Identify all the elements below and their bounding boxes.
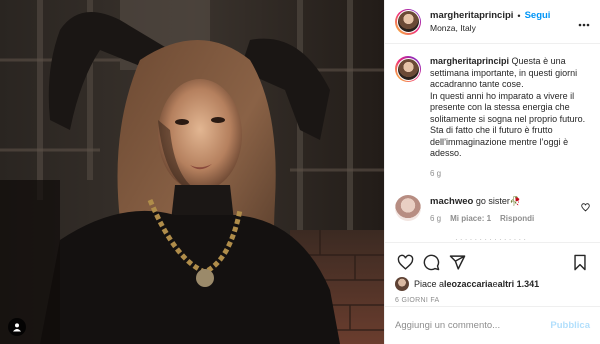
comment-text: go sister🥀: [475, 196, 522, 206]
post-date[interactable]: 6 GIORNI FA: [395, 297, 590, 304]
commenter-username[interactable]: machweo: [430, 196, 473, 207]
likes-prefix: Piace a: [414, 279, 445, 289]
likes-summary: Piace a leozaccaria e altri 1.341: [395, 277, 590, 291]
bookmark-icon[interactable]: [570, 252, 590, 272]
reply-button[interactable]: Rispondi: [500, 213, 534, 225]
liker-username[interactable]: leozaccaria: [444, 279, 493, 289]
caption-avatar[interactable]: [395, 56, 421, 82]
comment-item: machweo go sister🥀 6 g Mi piace: 1 Rispo…: [395, 195, 590, 225]
post-caption: margheritaprincipi Questa è una settiman…: [395, 56, 590, 179]
post-location[interactable]: Monza, Italy: [430, 22, 550, 34]
post-side-panel: margheritaprincipi • Segui Monza, Italy …: [384, 0, 600, 344]
post-actions: Piace a leozaccaria e altri 1.341 6 GIOR…: [385, 242, 600, 304]
caption-text: Questa è una settimana importante, in qu…: [430, 56, 586, 158]
header-separator: •: [517, 10, 521, 21]
post-header: margheritaprincipi • Segui Monza, Italy: [385, 0, 600, 44]
comment-input[interactable]: [395, 320, 551, 331]
post-photo[interactable]: [0, 0, 384, 344]
more-options-icon[interactable]: [578, 16, 590, 30]
follow-button[interactable]: Segui: [525, 10, 551, 22]
commenter-avatar[interactable]: [395, 195, 421, 221]
comment-like-heart-icon[interactable]: [581, 203, 590, 214]
comment-likes[interactable]: Mi piace: 1: [450, 213, 491, 225]
comments-section[interactable]: margheritaprincipi Questa è una settiman…: [385, 44, 600, 242]
likes-others[interactable]: altri 1.341: [498, 279, 540, 289]
instagram-post: margheritaprincipi • Segui Monza, Italy …: [0, 0, 600, 344]
heart-icon[interactable]: [395, 252, 415, 272]
comment-time[interactable]: 6 g: [430, 213, 441, 225]
author-username[interactable]: margheritaprincipi: [430, 10, 513, 22]
author-avatar[interactable]: [395, 8, 421, 35]
publish-button[interactable]: Pubblica: [550, 320, 590, 331]
portrait-image: [0, 0, 384, 344]
caption-time[interactable]: 6 g: [430, 168, 590, 180]
user-tag-icon[interactable]: [8, 318, 26, 336]
liker-avatar[interactable]: [395, 277, 409, 291]
comment-bubble-icon[interactable]: [421, 252, 441, 272]
caption-username[interactable]: margheritaprincipi: [430, 56, 509, 66]
add-comment-bar: Pubblica: [385, 306, 600, 344]
paper-plane-icon[interactable]: [447, 252, 467, 272]
